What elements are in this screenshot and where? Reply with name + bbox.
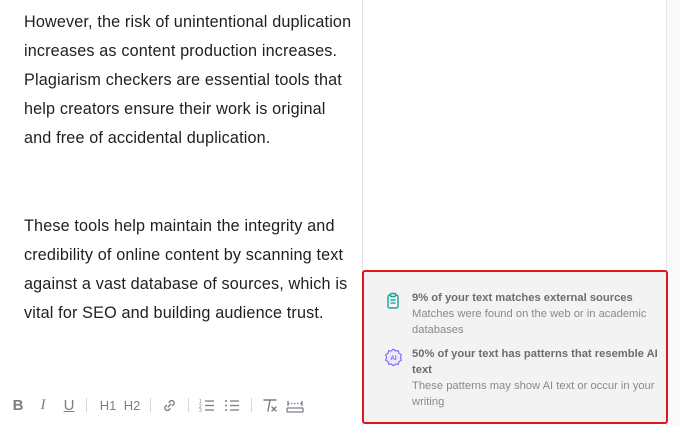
ordered-list-icon[interactable]: 1 2 3: [198, 394, 216, 416]
ruler-icon[interactable]: [285, 394, 305, 416]
toolbar-divider: [251, 398, 252, 412]
result-title: 9% of your text matches external sources: [412, 292, 633, 304]
link-icon[interactable]: [160, 394, 178, 416]
plagiarism-results-panel: 9% of your text matches external sources…: [362, 270, 668, 424]
result-title: 50% of your text has patterns that resem…: [412, 348, 658, 376]
toolbar-divider: [188, 398, 189, 412]
editor-paragraph[interactable]: These tools help maintain the integrity …: [24, 212, 354, 328]
text-editor[interactable]: However, the risk of unintentional dupli…: [0, 0, 362, 426]
editor-paragraph[interactable]: However, the risk of unintentional dupli…: [24, 8, 354, 153]
bold-button[interactable]: B: [10, 394, 26, 416]
format-toolbar: B I U H1 H2 1 2 3: [0, 388, 362, 426]
heading-1-button[interactable]: H1: [97, 394, 119, 416]
toolbar-divider: [86, 398, 87, 412]
heading-2-button[interactable]: H2: [121, 394, 143, 416]
ai-badge-icon: AI: [384, 348, 403, 367]
svg-text:3: 3: [199, 408, 202, 412]
result-description: Matches were found on the web or in acad…: [412, 308, 647, 336]
svg-text:AI: AI: [390, 355, 396, 362]
result-description: These patterns may show AI text or occur…: [412, 380, 655, 408]
toolbar-divider: [150, 398, 151, 412]
clear-format-icon[interactable]: [261, 394, 279, 416]
clipboard-icon: [384, 292, 402, 310]
scrollbar[interactable]: [666, 0, 680, 426]
bullet-list-icon[interactable]: [223, 394, 241, 416]
underline-button[interactable]: U: [61, 394, 77, 416]
italic-button[interactable]: I: [35, 394, 51, 416]
